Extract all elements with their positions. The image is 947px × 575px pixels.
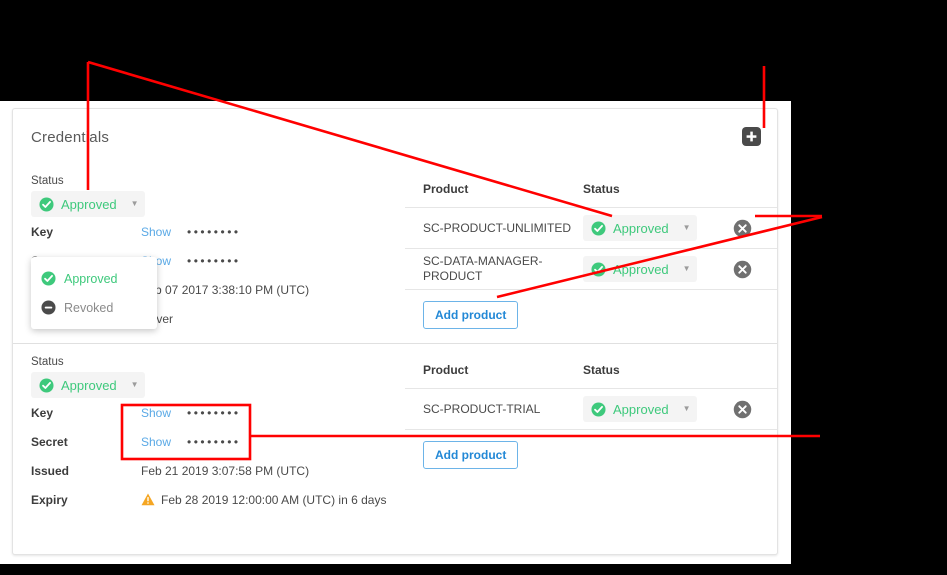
product-status-value: Approved: [613, 261, 669, 277]
expiry-row: Expiry Feb 28 2019 12:00:00 AM (UTC) in …: [31, 485, 405, 514]
key-label: Key: [31, 405, 54, 420]
check-circle-icon: [39, 196, 54, 212]
issued-value: Feb 21 2019 3:07:58 PM (UTC): [141, 463, 310, 478]
expiry-value: Feb 28 2019 12:00:00 AM (UTC) in 6 days: [161, 492, 387, 507]
products-table-header: Product Status: [405, 175, 777, 208]
product-status-select[interactable]: Approved ▼: [583, 215, 697, 241]
credential-details: Status Approved ▼ Key Show •••••••• Secr…: [13, 344, 405, 524]
product-name: SC-DATA-MANAGER-PRODUCT: [423, 254, 543, 283]
check-circle-icon: [39, 377, 54, 393]
credential-status-select[interactable]: Approved ▼: [31, 372, 145, 398]
chevron-down-icon: ▼: [682, 223, 691, 232]
table-row: SC-DATA-MANAGER-PRODUCT Approved ▼: [405, 249, 777, 290]
issued-row: Issued Feb 21 2019 3:07:58 PM (UTC): [31, 456, 405, 485]
card-header: Credentials: [13, 109, 777, 163]
remove-product-icon[interactable]: [733, 400, 752, 419]
key-row: Key Show ••••••••: [31, 217, 405, 246]
credential-status-select[interactable]: Approved ▼: [31, 191, 145, 217]
check-circle-icon: [591, 401, 606, 417]
credential-panel: Status Approved ▼ Key Show •••••••• Secr…: [13, 163, 777, 343]
credential-panel: Status Approved ▼ Key Show •••••••• Secr…: [13, 343, 777, 524]
secret-row: Secret Show ••••••••: [31, 427, 405, 456]
plus-icon: [746, 131, 757, 142]
check-circle-icon: [591, 261, 606, 277]
status-dropdown-menu[interactable]: Approved Revoked: [31, 257, 157, 329]
secret-masked-value: ••••••••: [187, 253, 241, 268]
check-circle-icon: [591, 220, 606, 236]
dropdown-option-approved[interactable]: Approved: [31, 264, 157, 293]
remove-product-icon[interactable]: [733, 260, 752, 279]
product-status-value: Approved: [613, 220, 669, 236]
key-masked-value: ••••••••: [187, 405, 241, 420]
key-row: Key Show ••••••••: [31, 398, 405, 427]
product-status-select[interactable]: Approved ▼: [583, 396, 697, 422]
check-circle-icon: [41, 271, 56, 286]
secret-masked-value: ••••••••: [187, 434, 241, 449]
warning-triangle-icon: [141, 493, 155, 506]
key-masked-value: ••••••••: [187, 224, 241, 239]
column-header-product: Product: [423, 182, 469, 196]
table-row: SC-PRODUCT-TRIAL Approved ▼: [405, 389, 777, 430]
chevron-down-icon: ▼: [682, 264, 691, 273]
add-product-button[interactable]: Add product: [423, 301, 519, 329]
table-row: SC-PRODUCT-UNLIMITED Approved ▼: [405, 208, 777, 249]
secret-label: Secret: [31, 434, 68, 449]
minus-circle-icon: [41, 300, 56, 315]
chevron-down-icon: ▼: [682, 404, 691, 413]
products-section: Product Status SC-PRODUCT-UNLIMITED Appr…: [405, 163, 777, 343]
expiry-label: Expiry: [31, 492, 68, 507]
dropdown-option-label: Approved: [64, 271, 118, 286]
key-label: Key: [31, 224, 54, 239]
column-header-status: Status: [583, 182, 620, 196]
dropdown-option-label: Revoked: [64, 300, 114, 315]
status-field-label: Status: [31, 175, 64, 187]
show-key-link[interactable]: Show: [141, 225, 187, 239]
issued-label: Issued: [31, 463, 70, 478]
add-product-button[interactable]: Add product: [423, 441, 519, 469]
status-selected-value: Approved: [61, 377, 117, 393]
products-table-header: Product Status: [405, 356, 777, 389]
product-name: SC-PRODUCT-UNLIMITED: [423, 220, 572, 235]
product-status-select[interactable]: Approved ▼: [583, 256, 697, 282]
status-selected-value: Approved: [61, 196, 117, 212]
remove-product-icon[interactable]: [733, 219, 752, 238]
chevron-down-icon: ▼: [130, 199, 139, 208]
product-status-value: Approved: [613, 401, 669, 417]
add-credential-button[interactable]: [742, 127, 761, 146]
product-name: SC-PRODUCT-TRIAL: [423, 401, 541, 416]
issued-value: Feb 07 2017 3:38:10 PM (UTC): [141, 282, 310, 297]
credential-details: Status Approved ▼ Key Show •••••••• Secr…: [13, 163, 405, 343]
credentials-card: Credentials Status Approved ▼ Key Show •…: [12, 108, 778, 555]
dropdown-option-revoked[interactable]: Revoked: [31, 293, 157, 322]
column-header-product: Product: [423, 363, 469, 377]
chevron-down-icon: ▼: [130, 380, 139, 389]
products-section: Product Status SC-PRODUCT-TRIAL Approved…: [405, 344, 777, 524]
column-header-status: Status: [583, 363, 620, 377]
show-secret-link[interactable]: Show: [141, 435, 187, 449]
page-title: Credentials: [31, 129, 110, 146]
status-field-label: Status: [31, 356, 64, 368]
show-key-link[interactable]: Show: [141, 406, 187, 420]
